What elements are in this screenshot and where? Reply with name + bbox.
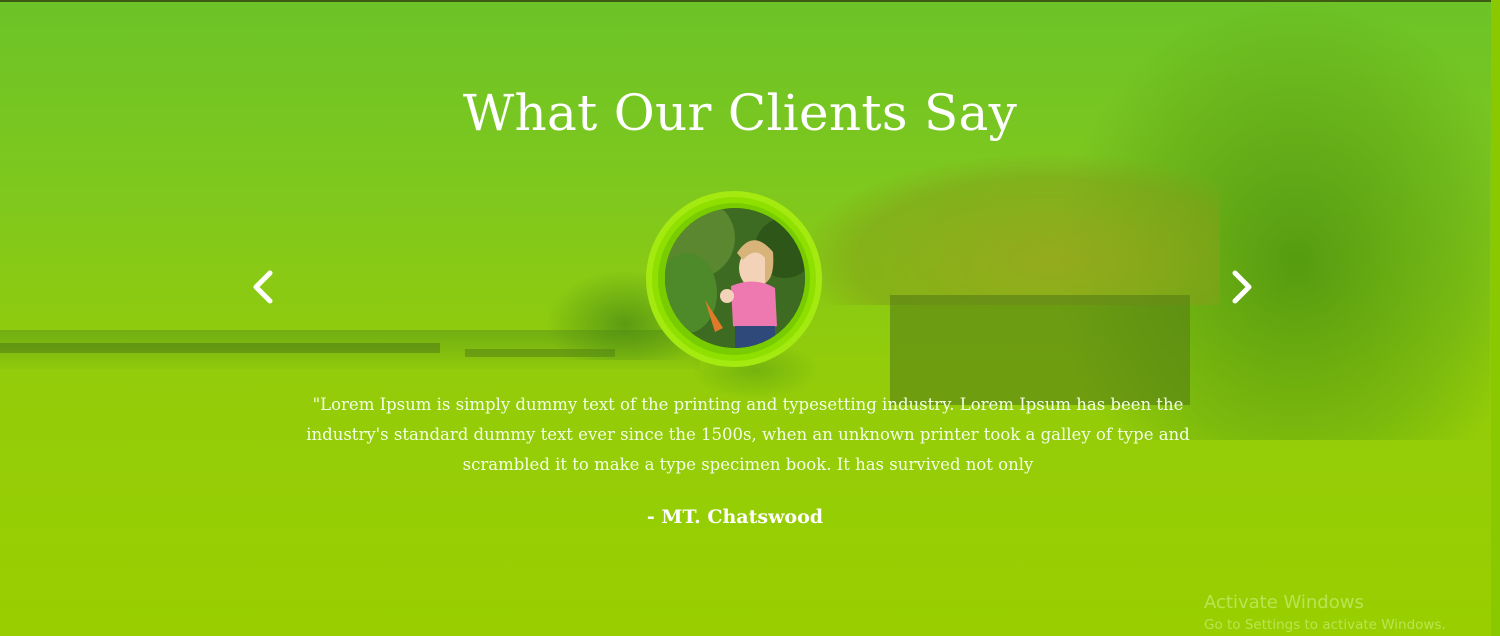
watermark-subtitle: Go to Settings to activate Windows. [1204,617,1446,633]
chevron-right-icon [1232,270,1252,304]
next-testimonial-button[interactable] [1222,265,1262,309]
windows-activation-watermark: Activate Windows Go to Settings to activ… [1204,592,1484,636]
right-edge [1491,0,1500,636]
chevron-left-icon [253,270,273,304]
watermark-title: Activate Windows [1204,592,1364,613]
child-photo-icon [665,208,805,348]
background-hut [800,155,1220,405]
hut-wall [890,295,1190,405]
prev-testimonial-button[interactable] [243,265,283,309]
background-pier [0,343,440,353]
section-title: What Our Clients Say [462,84,1018,142]
client-avatar [665,208,805,348]
testimonial-quote: "Lorem Ipsum is simply dummy text of the… [306,395,1190,474]
hut-roof [800,155,1220,305]
testimonial-author: - MT. Chatswood [646,506,824,528]
